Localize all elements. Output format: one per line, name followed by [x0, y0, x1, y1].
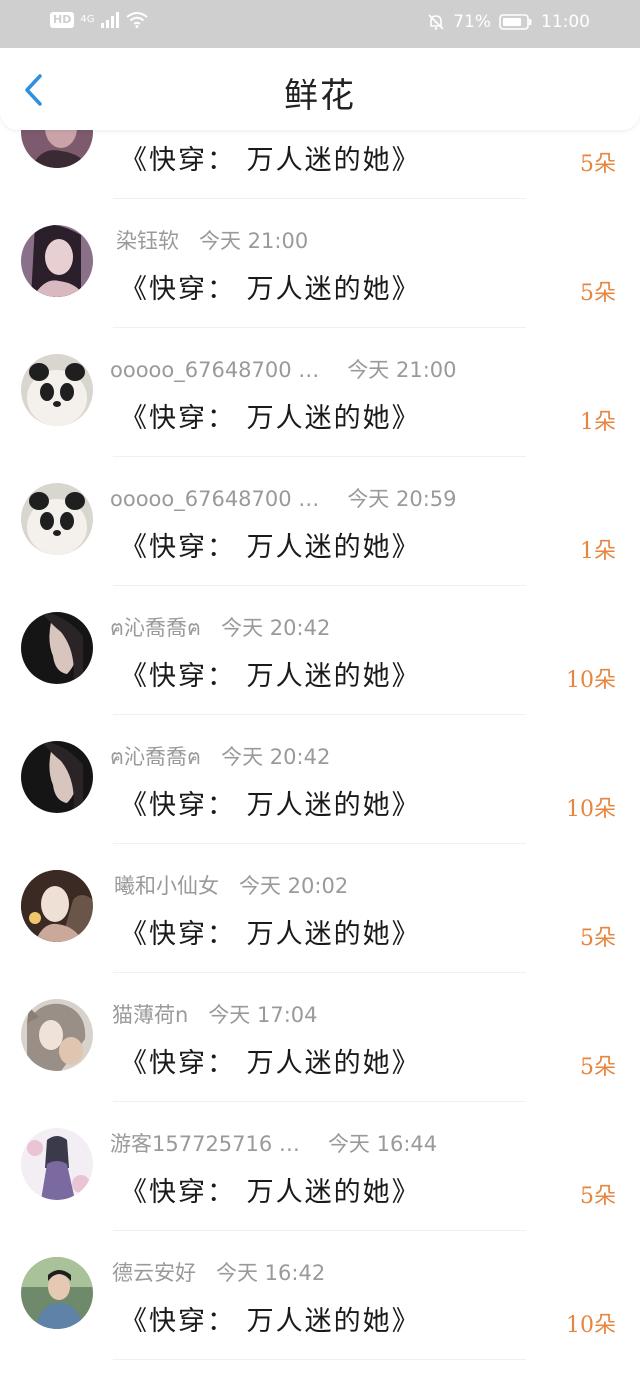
- username: 猫薄荷n: [112, 1003, 189, 1027]
- signal-icon: [101, 12, 120, 28]
- timestamp: 今天 21:00: [347, 358, 457, 382]
- avatar: [21, 1128, 93, 1200]
- list-item[interactable]: 曦和小仙女 今天 20:02 《快穿： 万人迷的她》 5朵: [0, 844, 640, 973]
- clock: 11:00: [541, 12, 590, 32]
- list-item[interactable]: ฅ沁喬喬ฅ 今天 20:42 《快穿： 万人迷的她》 10朵: [0, 715, 640, 844]
- timestamp: 今天 21:00: [199, 229, 309, 253]
- flower-count: 10朵: [566, 797, 616, 822]
- timestamp: 今天 16:42: [216, 1261, 326, 1285]
- timestamp: 今天 20:42: [221, 745, 331, 769]
- avatar: [21, 870, 93, 942]
- timestamp: 今天 20:42: [221, 616, 331, 640]
- item-meta: 猫薄荷n 今天 17:04: [112, 999, 318, 1029]
- flower-count: 1朵: [580, 410, 616, 435]
- flower-count: 5朵: [580, 926, 616, 951]
- timestamp: 今天 16:44: [327, 1132, 438, 1156]
- divider: [113, 1359, 526, 1360]
- flowers-screen: HD 4G 71% 11:00 鲜花 《快穿： 万人迷的她》 5朵 染钰软 今天…: [0, 0, 640, 1387]
- username: 游客157725716 …: [110, 1132, 300, 1156]
- timestamp: 今天 20:59: [347, 487, 457, 511]
- list-item[interactable]: 染钰软 今天 21:00 《快穿： 万人迷的她》 5朵: [0, 199, 640, 328]
- flower-count: 1朵: [580, 539, 616, 564]
- item-meta: 曦和小仙女 今天 20:02: [114, 870, 348, 900]
- username: 染钰软: [116, 229, 179, 253]
- flower-count: 5朵: [580, 152, 616, 177]
- flower-count: 10朵: [566, 1313, 616, 1338]
- avatar: [21, 225, 93, 297]
- nav-bar: 鲜花: [0, 48, 640, 130]
- status-bar: HD 4G 71% 11:00: [0, 0, 640, 48]
- item-meta: ฅ沁喬喬ฅ 今天 20:42: [110, 612, 330, 645]
- list-item[interactable]: ooooo_67648700 … 今天 20:59 《快穿： 万人迷的她》 1朵: [0, 457, 640, 586]
- username: ฅ沁喬喬ฅ: [110, 616, 202, 640]
- flower-count: 5朵: [580, 1184, 616, 1209]
- avatar: [21, 354, 93, 426]
- flower-count: 5朵: [580, 281, 616, 306]
- timestamp: 今天 20:02: [239, 874, 349, 898]
- avatar: [21, 999, 93, 1071]
- book-title: 《快穿： 万人迷的她》: [120, 274, 421, 305]
- flower-count: 5朵: [580, 1055, 616, 1080]
- book-title: 《快穿： 万人迷的她》: [120, 919, 421, 950]
- hd-badge: HD: [50, 12, 75, 28]
- username: ooooo_67648700 …: [110, 487, 320, 511]
- list-item[interactable]: 《快穿： 万人迷的她》 5朵: [0, 96, 640, 199]
- item-meta: ooooo_67648700 … 今天 20:59: [110, 483, 457, 513]
- book-title: 《快穿： 万人迷的她》: [120, 1048, 421, 1079]
- item-meta: 游客157725716 … 今天 16:44: [110, 1128, 437, 1158]
- book-title: 《快穿： 万人迷的她》: [120, 403, 421, 434]
- book-title: 《快穿： 万人迷的她》: [120, 532, 421, 563]
- list-item[interactable]: 猫薄荷n 今天 17:04 《快穿： 万人迷的她》 5朵: [0, 973, 640, 1102]
- network-label: 4G: [80, 14, 95, 25]
- item-meta: ฅ沁喬喬ฅ 今天 20:42: [110, 741, 330, 774]
- book-title: 《快穿： 万人迷的她》: [120, 145, 421, 176]
- battery-percent: 71%: [453, 12, 491, 32]
- username: 曦和小仙女: [114, 874, 219, 898]
- item-meta: 染钰软 今天 21:00: [116, 225, 308, 255]
- avatar: [21, 483, 93, 555]
- list-item[interactable]: 德云安好 今天 16:42 《快穿： 万人迷的她》 10朵: [0, 1231, 640, 1360]
- item-meta: 德云安好 今天 16:42: [112, 1257, 325, 1287]
- wifi-icon: [126, 12, 149, 28]
- avatar: [21, 612, 93, 684]
- page-title: 鲜花: [284, 76, 356, 116]
- mute-bell-icon: [428, 14, 444, 30]
- username: ฅ沁喬喬ฅ: [110, 745, 202, 769]
- timestamp: 今天 17:04: [208, 1003, 318, 1027]
- avatar: [21, 741, 93, 813]
- book-title: 《快穿： 万人迷的她》: [120, 661, 421, 692]
- battery-icon: [499, 14, 532, 30]
- username: ooooo_67648700 …: [110, 358, 320, 382]
- book-title: 《快穿： 万人迷的她》: [120, 790, 421, 821]
- username: 德云安好: [112, 1261, 196, 1285]
- item-meta: ooooo_67648700 … 今天 21:00: [110, 354, 457, 384]
- list-item[interactable]: 游客157725716 … 今天 16:44 《快穿： 万人迷的她》 5朵: [0, 1102, 640, 1231]
- list-item[interactable]: ooooo_67648700 … 今天 21:00 《快穿： 万人迷的她》 1朵: [0, 328, 640, 457]
- book-title: 《快穿： 万人迷的她》: [120, 1177, 421, 1208]
- book-title: 《快穿： 万人迷的她》: [120, 1306, 421, 1337]
- flower-count: 10朵: [566, 668, 616, 693]
- list-item[interactable]: ฅ沁喬喬ฅ 今天 20:42 《快穿： 万人迷的她》 10朵: [0, 586, 640, 715]
- avatar: [21, 1257, 93, 1329]
